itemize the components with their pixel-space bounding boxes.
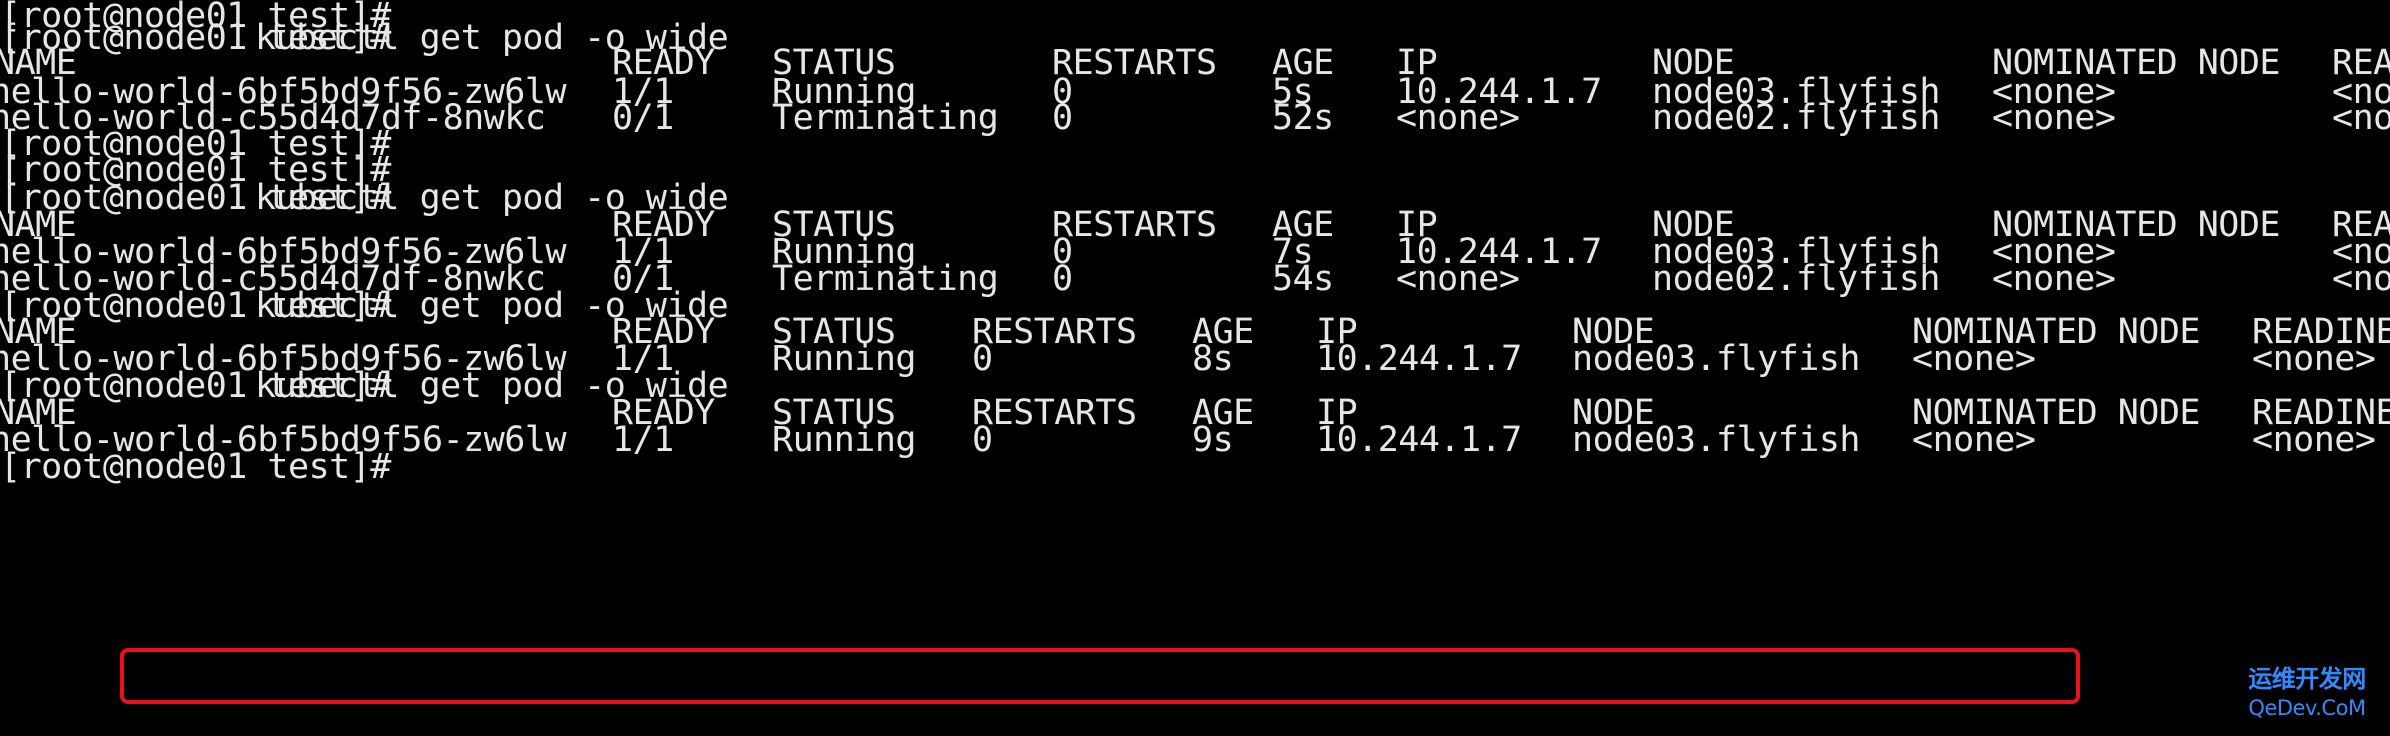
pod-readiness: <none>: [2252, 420, 2376, 460]
pod-restarts: 0: [1052, 259, 1073, 299]
watermark-en: QeDev.CoM: [2248, 696, 2366, 720]
terminal-line: [root@node01 test]#: [0, 447, 391, 487]
pod-nominated-node: <none>: [1912, 420, 2036, 460]
header-restarts: RESTARTS: [972, 312, 1137, 352]
highlight-box: [120, 648, 2080, 704]
pod-status: Running: [772, 420, 917, 460]
header-restarts: RESTARTS: [1052, 205, 1217, 245]
watermark-cn: 运维开发网: [2248, 665, 2366, 693]
pod-status: Running: [772, 339, 917, 379]
pod-node: node02.flyfish: [1652, 259, 1941, 299]
pod-status: Terminating: [772, 259, 999, 299]
pod-restarts: 0: [1052, 98, 1073, 138]
pod-ready: 0/1: [612, 98, 674, 138]
pod-node: node03.flyfish: [1572, 420, 1861, 460]
terminal-window[interactable]: [root@node01 test]# [root@node01 test]# …: [0, 0, 2390, 736]
pod-node: node02.flyfish: [1652, 98, 1941, 138]
pod-ip: <none>: [1396, 259, 1520, 299]
pod-ready: 1/1: [612, 420, 674, 460]
pod-nominated-node: <none>: [1992, 98, 2116, 138]
pod-age: 8s: [1192, 339, 1234, 379]
pod-readiness: <no: [2332, 259, 2390, 299]
header-restarts: RESTARTS: [1052, 43, 1217, 83]
pod-ip: 10.244.1.7: [1316, 339, 1522, 379]
pod-restarts: 0: [972, 339, 993, 379]
pod-nominated-node: <none>: [1992, 259, 2116, 299]
pod-status: Terminating: [772, 98, 999, 138]
pod-age: 54s: [1272, 259, 1334, 299]
pod-ip: 10.244.1.7: [1316, 420, 1522, 460]
pod-age: 52s: [1272, 98, 1334, 138]
pod-nominated-node: <none>: [1912, 339, 2036, 379]
watermark-logo: 运维开发网 QeDev.CoM: [2232, 664, 2382, 730]
pod-ip: <none>: [1396, 98, 1520, 138]
pod-readiness: <no: [2332, 98, 2390, 138]
pod-readiness: <none>: [2252, 339, 2376, 379]
header-restarts: RESTARTS: [972, 393, 1137, 433]
prompt: [root@node01 test]#: [0, 447, 391, 487]
pod-age: 9s: [1192, 420, 1234, 460]
pod-node: node03.flyfish: [1572, 339, 1861, 379]
pod-restarts: 0: [972, 420, 993, 460]
